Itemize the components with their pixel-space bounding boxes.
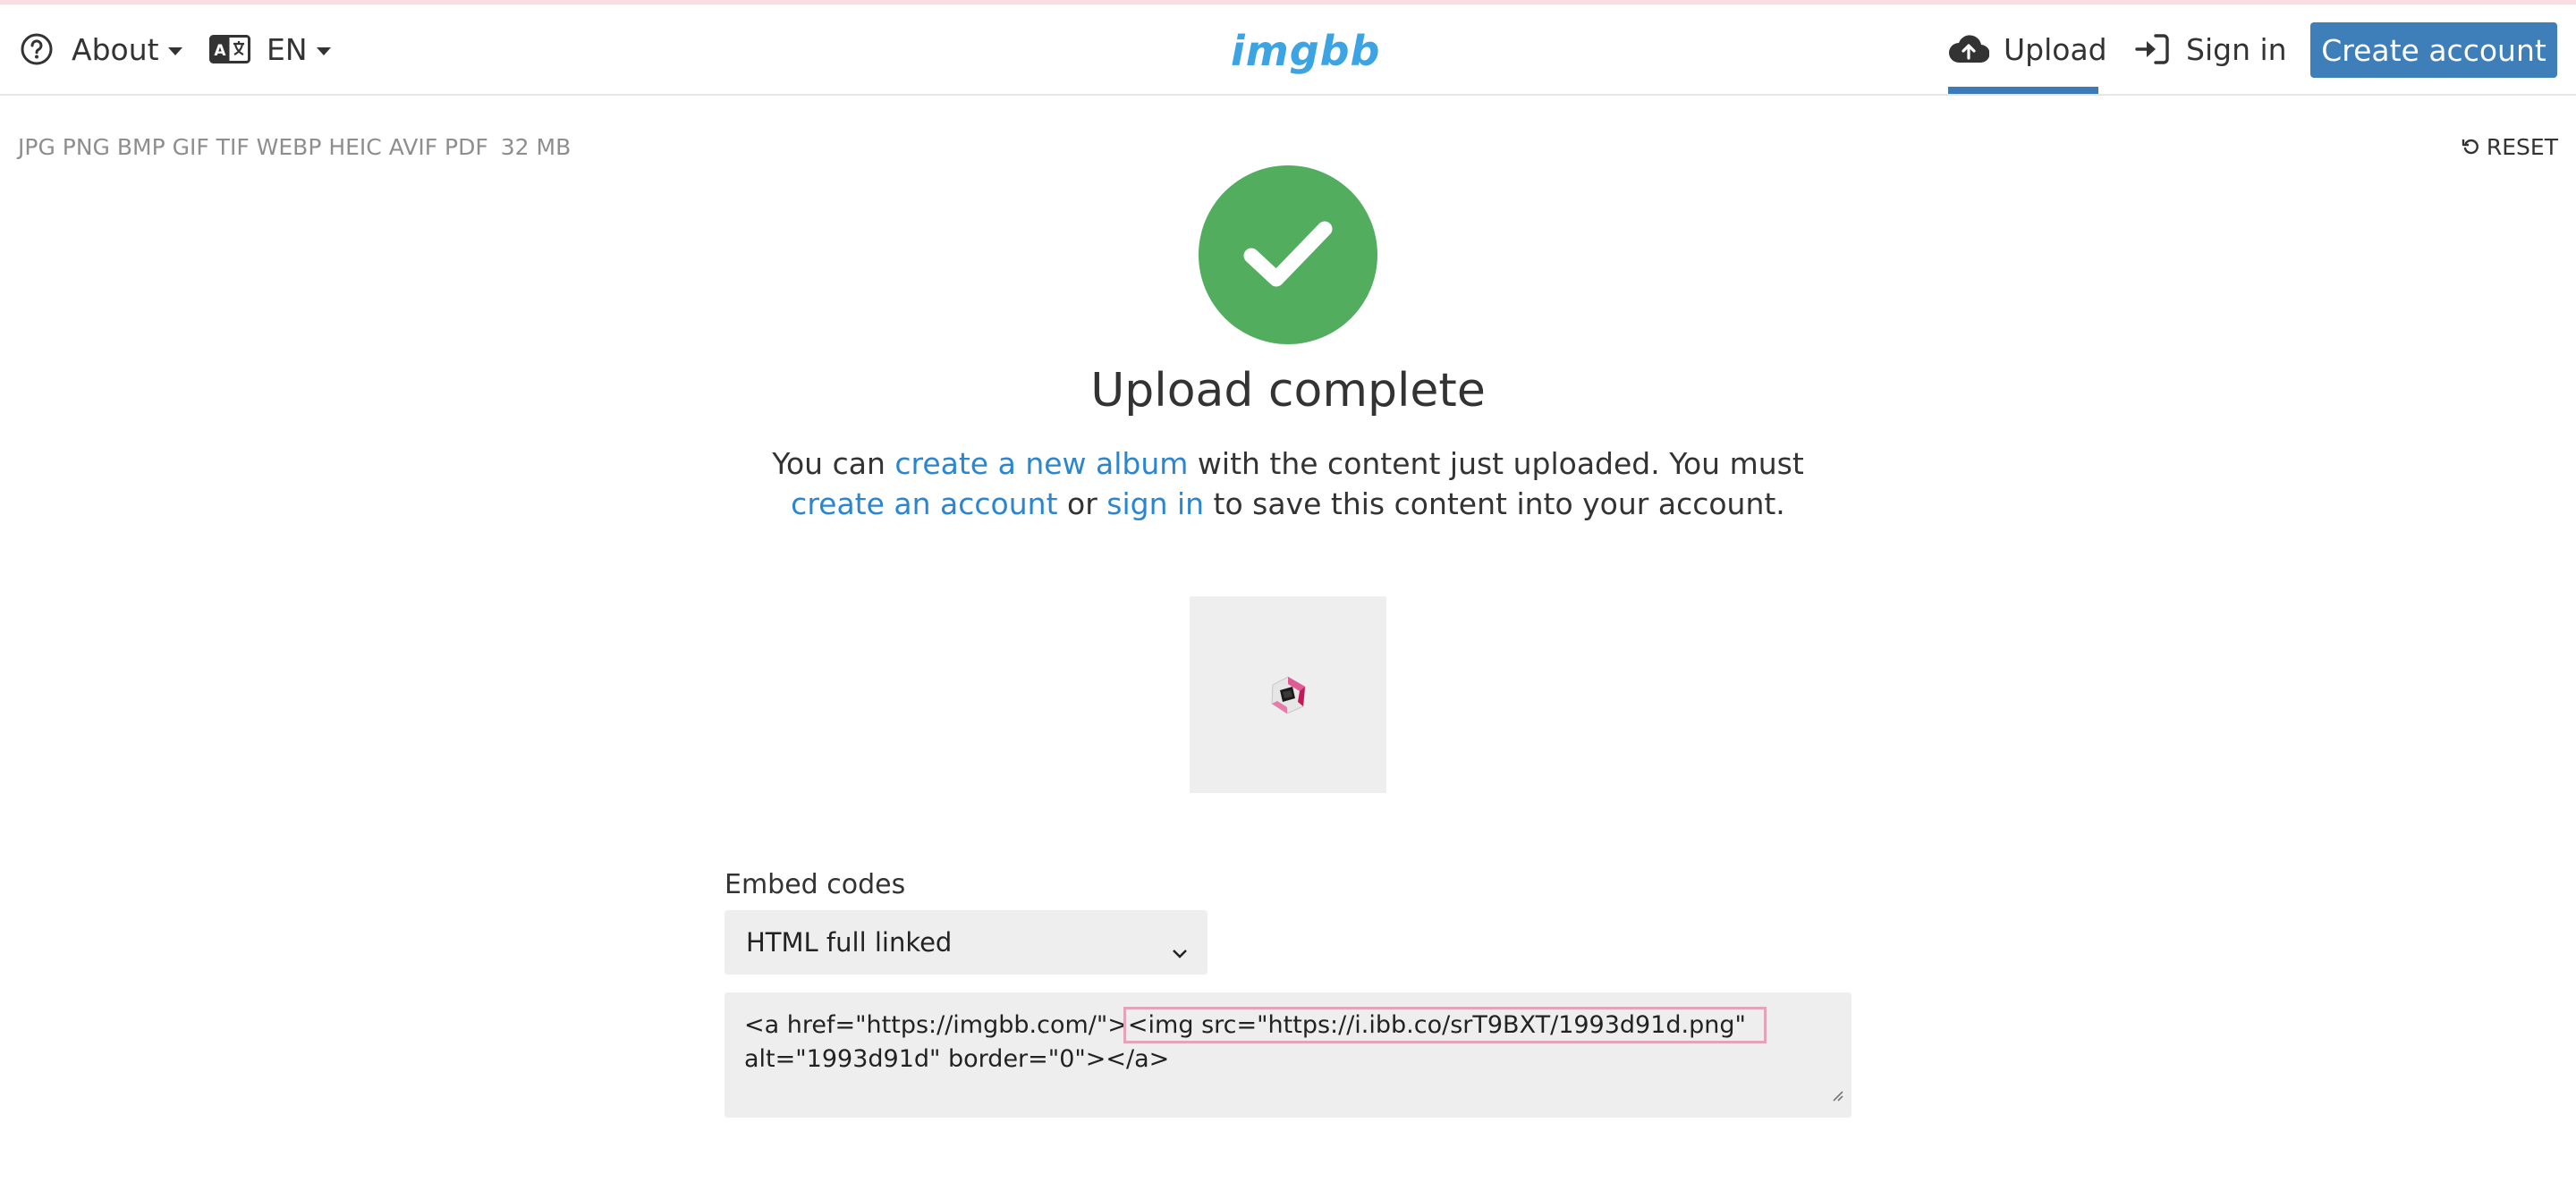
active-tab-indicator: [1948, 87, 2098, 94]
resize-handle-icon[interactable]: [1828, 1078, 1844, 1112]
language-icon: A: [209, 35, 250, 63]
message-text: or: [1057, 486, 1107, 521]
sign-in-icon: [2134, 33, 2170, 65]
embed-codes-label: Embed codes: [724, 869, 906, 900]
reset-label: RESET: [2486, 134, 2558, 160]
chevron-down-icon: [316, 46, 331, 55]
embed-code-line-1: <a href="https://imgbb.com/"><img src="h…: [744, 1007, 1832, 1043]
create-account-button[interactable]: Create account: [2310, 22, 2557, 78]
upload-complete-message: You can create a new album with the cont…: [751, 443, 1825, 524]
reset-button[interactable]: RESET: [2462, 134, 2558, 160]
embed-code-anchor-open: <a href="https://imgbb.com/">: [744, 1011, 1128, 1039]
upload-complete-title: Upload complete: [1090, 364, 1486, 418]
max-file-size: 32 MB: [500, 134, 572, 160]
about-menu[interactable]: About: [20, 4, 182, 94]
create-album-link[interactable]: create a new album: [894, 446, 1188, 481]
embed-code-textarea[interactable]: <a href="https://imgbb.com/"><img src="h…: [724, 992, 1852, 1118]
chevron-down-icon: [167, 46, 182, 55]
question-circle-icon: [20, 32, 54, 66]
embed-code-img-tag: <img src="https://i.ibb.co/srT9BXT/1993d…: [1123, 1007, 1767, 1043]
uploaded-image-thumbnail[interactable]: [1190, 596, 1386, 793]
language-label: EN: [267, 31, 308, 67]
formats-list: JPG PNG BMP GIF TIF WEBP HEIC AVIF PDF: [18, 134, 488, 160]
success-check-icon: [1199, 165, 1377, 344]
upload-nav-tab[interactable]: Upload: [1948, 4, 2107, 94]
message-text: You can: [772, 446, 895, 481]
about-label: About: [72, 31, 159, 67]
chevron-down-icon: [1172, 935, 1188, 966]
embed-code-type-select[interactable]: HTML full linked: [724, 910, 1208, 975]
undo-icon: [2462, 134, 2487, 160]
supported-formats: JPG PNG BMP GIF TIF WEBP HEIC AVIF PDF 32…: [18, 134, 571, 160]
imgbb-logo[interactable]: imgbb: [1231, 24, 1379, 78]
message-text: to save this content into your account.: [1204, 486, 1785, 521]
sign-in-link[interactable]: Sign in: [2134, 4, 2287, 94]
upload-label: Upload: [2004, 31, 2107, 67]
language-menu[interactable]: A EN: [209, 4, 331, 94]
cloud-upload-icon: [1948, 34, 1989, 64]
message-text: with the content just uploaded. You must: [1188, 446, 1804, 481]
create-account-link[interactable]: create an account: [791, 486, 1057, 521]
embed-code-type-value: HTML full linked: [746, 927, 953, 958]
sign-in-link-inline[interactable]: sign in: [1106, 486, 1204, 521]
sign-in-label: Sign in: [2186, 31, 2287, 67]
embed-code-line-2: alt="1993d91d" border="0"></a>: [744, 1045, 1170, 1073]
top-navbar: About A EN imgbb Upload Sign in Create a…: [0, 4, 2576, 96]
thumbnail-image: [1271, 676, 1306, 714]
svg-text:A: A: [214, 42, 226, 60]
